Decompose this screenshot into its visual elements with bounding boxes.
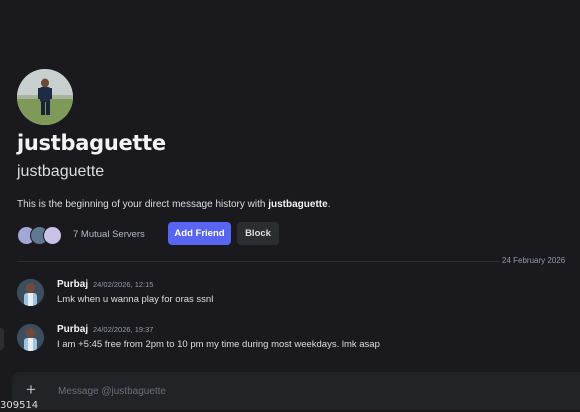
message-timestamp: 24/02/2026, 19:37 xyxy=(93,325,154,334)
avatar-image xyxy=(17,324,44,351)
intro-prefix: This is the beginning of your direct mes… xyxy=(17,199,269,210)
add-friend-button[interactable]: Add Friend xyxy=(168,222,231,245)
dm-intro-text: This is the beginning of your direct mes… xyxy=(17,199,330,210)
intro-suffix: . xyxy=(327,199,331,210)
message-composer: + xyxy=(12,372,580,410)
mutual-servers-label: 7 Mutual Servers xyxy=(73,228,145,240)
mutual-servers[interactable]: 7 Mutual Servers xyxy=(17,222,145,246)
server-icon xyxy=(43,226,62,245)
date-divider-label: 24 February 2026 xyxy=(500,256,568,265)
scroll-edge-indicator xyxy=(0,328,4,350)
message-avatar[interactable] xyxy=(17,324,44,351)
date-divider-line xyxy=(17,261,499,262)
message-item[interactable]: Purbaj 24/02/2026, 12:15 Lmk when u wann… xyxy=(17,279,577,309)
message-timestamp: 24/02/2026, 12:15 xyxy=(93,280,154,289)
plus-icon[interactable]: + xyxy=(26,381,36,398)
message-item[interactable]: Purbaj 24/02/2026, 19:37 I am +5:45 free… xyxy=(17,324,577,354)
profile-display-name: justbaguette xyxy=(17,131,166,155)
top-bar xyxy=(0,0,580,48)
profile-avatar[interactable] xyxy=(17,69,73,125)
intro-name: justbaguette xyxy=(268,199,328,210)
message-avatar[interactable] xyxy=(17,279,44,306)
avatar-image xyxy=(17,279,44,306)
message-input[interactable] xyxy=(56,380,560,402)
mutual-server-icons xyxy=(17,223,65,245)
message-text: Lmk when u wanna play for oras ssnl xyxy=(57,294,214,305)
block-button[interactable]: Block xyxy=(237,222,279,245)
overlay-number: 309514 xyxy=(0,400,39,411)
avatar-image xyxy=(17,69,73,125)
message-text: I am +5:45 free from 2pm to 10 pm my tim… xyxy=(57,339,380,350)
profile-username: justbaguette xyxy=(17,163,105,180)
message-author[interactable]: Purbaj xyxy=(57,279,88,290)
message-author[interactable]: Purbaj xyxy=(57,324,88,335)
